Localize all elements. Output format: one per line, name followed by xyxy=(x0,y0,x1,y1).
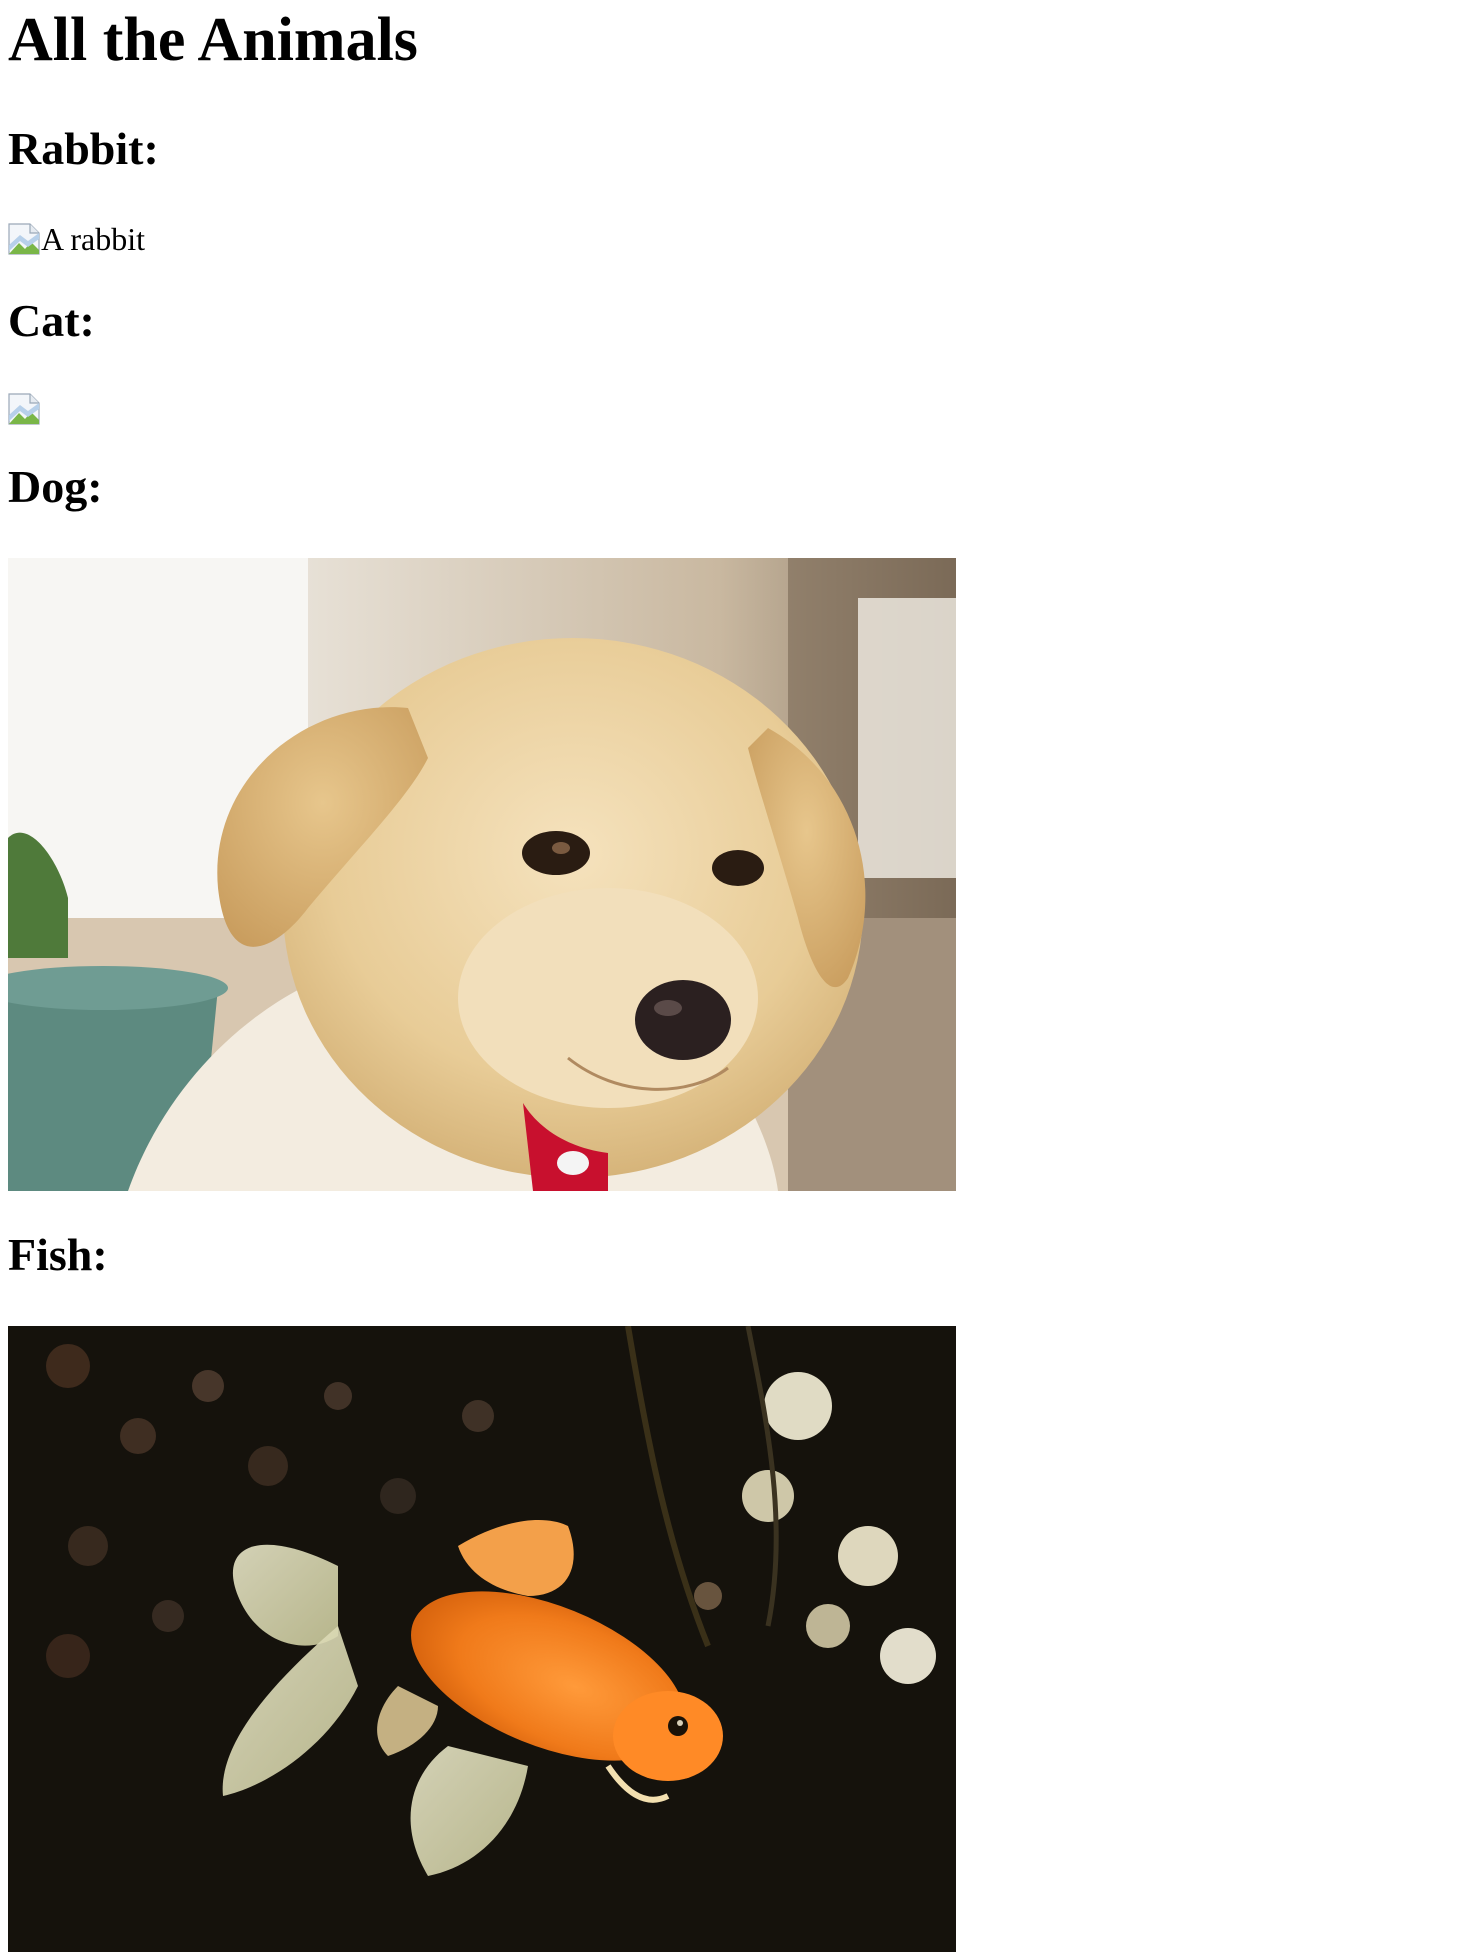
cat-image xyxy=(8,392,40,426)
rabbit-image: A rabbit xyxy=(8,222,145,256)
fish-photo xyxy=(8,1326,956,1952)
broken-image-icon xyxy=(8,393,40,425)
cat-heading: Cat: xyxy=(8,295,95,346)
rabbit-image-alt-text: A rabbit xyxy=(41,221,145,257)
page-title: All the Animals xyxy=(8,6,418,74)
broken-image-icon xyxy=(8,223,40,255)
fish-heading: Fish: xyxy=(8,1229,108,1280)
dog-heading: Dog: xyxy=(8,461,103,512)
rabbit-heading: Rabbit: xyxy=(8,123,159,174)
dog-photo xyxy=(8,558,956,1191)
